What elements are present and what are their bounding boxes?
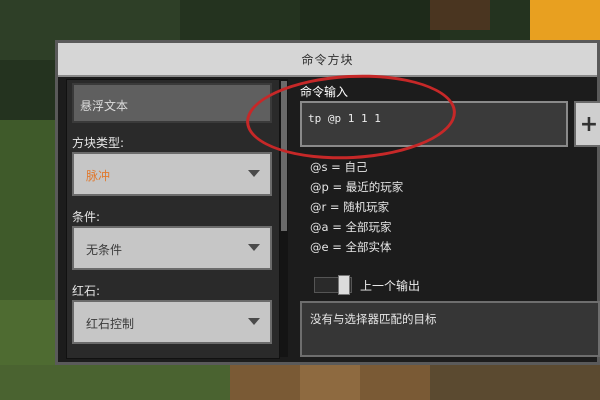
dialog-title: 命令方块 xyxy=(58,43,597,77)
previous-output-box: 没有与选择器匹配的目标 xyxy=(300,301,600,357)
previous-output-toggle[interactable] xyxy=(314,275,352,295)
selector-item: @a = 全部玩家 xyxy=(310,220,392,234)
command-panel: 命令输入 tp @p 1 1 1 + @s = 自己 @p = 最近的玩家 @r… xyxy=(243,69,600,357)
selector-list: @s = 自己 @p = 最近的玩家 @r = 随机玩家 @a = 全部玩家 @… xyxy=(310,157,403,257)
condition-value: 无条件 xyxy=(86,243,123,257)
chevron-down-icon xyxy=(248,318,260,325)
hover-text-input[interactable]: 悬浮文本 xyxy=(72,83,272,123)
condition-label: 条件: xyxy=(72,210,101,224)
previous-output-label: 上一个输出 xyxy=(360,279,421,293)
command-block-dialog: 命令方块 悬浮文本 方块类型: 脉冲 条件: 无条件 红石: 红石控制 命令输入… xyxy=(55,40,600,365)
toggle-knob xyxy=(338,275,350,295)
block-type-label: 方块类型: xyxy=(72,136,125,150)
redstone-dropdown[interactable]: 红石控制 xyxy=(72,300,272,344)
redstone-label: 红石: xyxy=(72,284,101,298)
selector-item: @e = 全部实体 xyxy=(310,240,392,254)
block-type-value: 脉冲 xyxy=(86,169,111,183)
redstone-value: 红石控制 xyxy=(86,317,135,331)
selector-item: @s = 自己 xyxy=(310,160,368,174)
chevron-down-icon xyxy=(248,170,260,177)
chevron-down-icon xyxy=(248,244,260,251)
condition-dropdown[interactable]: 无条件 xyxy=(72,226,272,270)
add-button[interactable]: + xyxy=(574,101,600,147)
selector-item: @p = 最近的玩家 xyxy=(310,180,404,194)
block-type-dropdown[interactable]: 脉冲 xyxy=(72,152,272,196)
selector-item: @r = 随机玩家 xyxy=(310,200,390,214)
